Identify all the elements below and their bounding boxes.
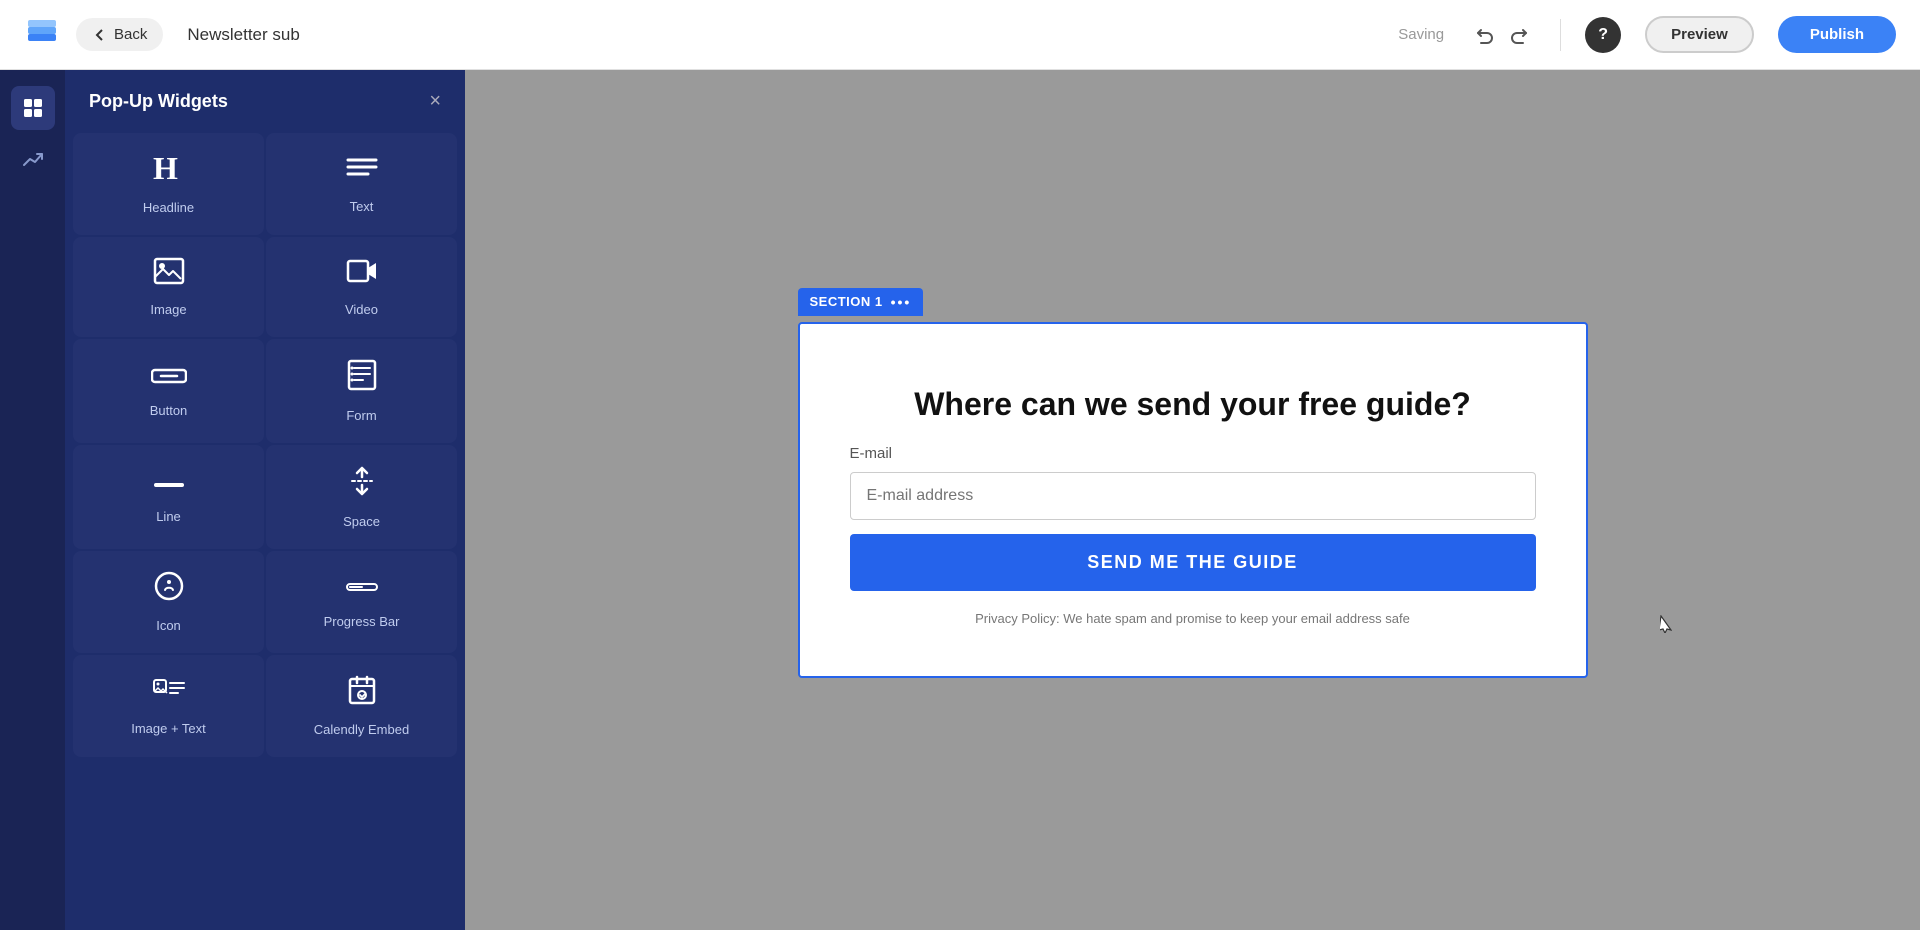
popup-card: Where can we send your free guide? E-mai… [798, 322, 1588, 679]
publish-button[interactable]: Publish [1778, 16, 1896, 53]
widget-image-text[interactable]: Image + Text [73, 655, 264, 757]
app-logo [24, 14, 60, 55]
video-icon [346, 257, 378, 292]
widget-space-label: Space [343, 514, 380, 529]
popup-form: E-mail SEND ME THE GUIDE [850, 445, 1536, 591]
section-label-text: SECTION 1 [810, 294, 883, 309]
submit-button[interactable]: SEND ME THE GUIDE [850, 534, 1536, 591]
widget-grid: H Headline Text [65, 133, 465, 765]
privacy-text: Privacy Policy: We hate spam and promise… [975, 611, 1410, 626]
text-icon [346, 154, 378, 189]
topbar-divider [1560, 19, 1561, 51]
preview-button[interactable]: Preview [1645, 16, 1754, 53]
widget-panel-header: Pop-Up Widgets × [65, 70, 465, 133]
section-label: SECTION 1 ••• [798, 288, 924, 316]
calendly-embed-icon [348, 675, 376, 712]
line-icon [152, 471, 186, 499]
help-button[interactable]: ? [1585, 17, 1621, 53]
widget-icon-label: Icon [156, 618, 181, 633]
widget-progress-bar[interactable]: Progress Bar [266, 551, 457, 653]
image-text-icon [152, 676, 186, 711]
headline-icon: H [151, 153, 187, 190]
sidebar-icons [0, 70, 65, 930]
cursor-pointer [1660, 615, 1672, 633]
widget-button-label: Button [150, 403, 188, 418]
undo-button[interactable] [1468, 19, 1500, 51]
space-icon [348, 465, 376, 504]
form-icon [347, 359, 377, 398]
progress-bar-icon [345, 576, 379, 604]
widget-text-label: Text [350, 199, 374, 214]
widget-form[interactable]: Form [266, 339, 457, 443]
popup-wrapper: SECTION 1 ••• Where can we send your fre… [798, 322, 1588, 679]
widget-panel-close-button[interactable]: × [429, 90, 441, 113]
widget-line[interactable]: Line [73, 445, 264, 549]
main-area: Pop-Up Widgets × H Headline [0, 70, 1920, 930]
widget-calendly-embed[interactable]: Calendly Embed [266, 655, 457, 757]
widget-button[interactable]: Button [73, 339, 264, 443]
widget-headline-label: Headline [143, 200, 194, 215]
button-icon [151, 365, 187, 393]
sidebar-item-widgets[interactable] [11, 86, 55, 130]
svg-text:H: H [153, 153, 178, 183]
section-options-button[interactable]: ••• [891, 294, 912, 310]
email-label: E-mail [850, 445, 1536, 462]
widget-image-text-label: Image + Text [131, 721, 206, 736]
undo-redo-group [1468, 19, 1536, 51]
saving-status: Saving [1398, 26, 1444, 43]
widget-panel: Pop-Up Widgets × H Headline [65, 70, 465, 930]
widget-image-label: Image [150, 302, 186, 317]
image-icon [153, 257, 185, 292]
widget-progress-bar-label: Progress Bar [324, 614, 400, 629]
widget-panel-title: Pop-Up Widgets [89, 91, 228, 112]
widget-headline[interactable]: H Headline [73, 133, 264, 235]
icon-widget-icon [154, 571, 184, 608]
widget-image[interactable]: Image [73, 237, 264, 337]
back-button[interactable]: Back [76, 18, 163, 51]
topbar: Back Newsletter sub Saving ? Preview Pub… [0, 0, 1920, 70]
widget-line-label: Line [156, 509, 181, 524]
email-input[interactable] [850, 472, 1536, 520]
widget-form-label: Form [346, 408, 376, 423]
popup-heading: Where can we send your free guide? [914, 384, 1471, 426]
redo-button[interactable] [1504, 19, 1536, 51]
widget-space[interactable]: Space [266, 445, 457, 549]
page-title: Newsletter sub [187, 25, 299, 45]
widget-calendly-embed-label: Calendly Embed [314, 722, 409, 737]
widget-text[interactable]: Text [266, 133, 457, 235]
canvas-area: SECTION 1 ••• Where can we send your fre… [465, 70, 1920, 930]
back-label: Back [114, 26, 147, 43]
widget-video-label: Video [345, 302, 378, 317]
widget-video[interactable]: Video [266, 237, 457, 337]
widget-icon-item[interactable]: Icon [73, 551, 264, 653]
sidebar-item-analytics[interactable] [11, 138, 55, 182]
